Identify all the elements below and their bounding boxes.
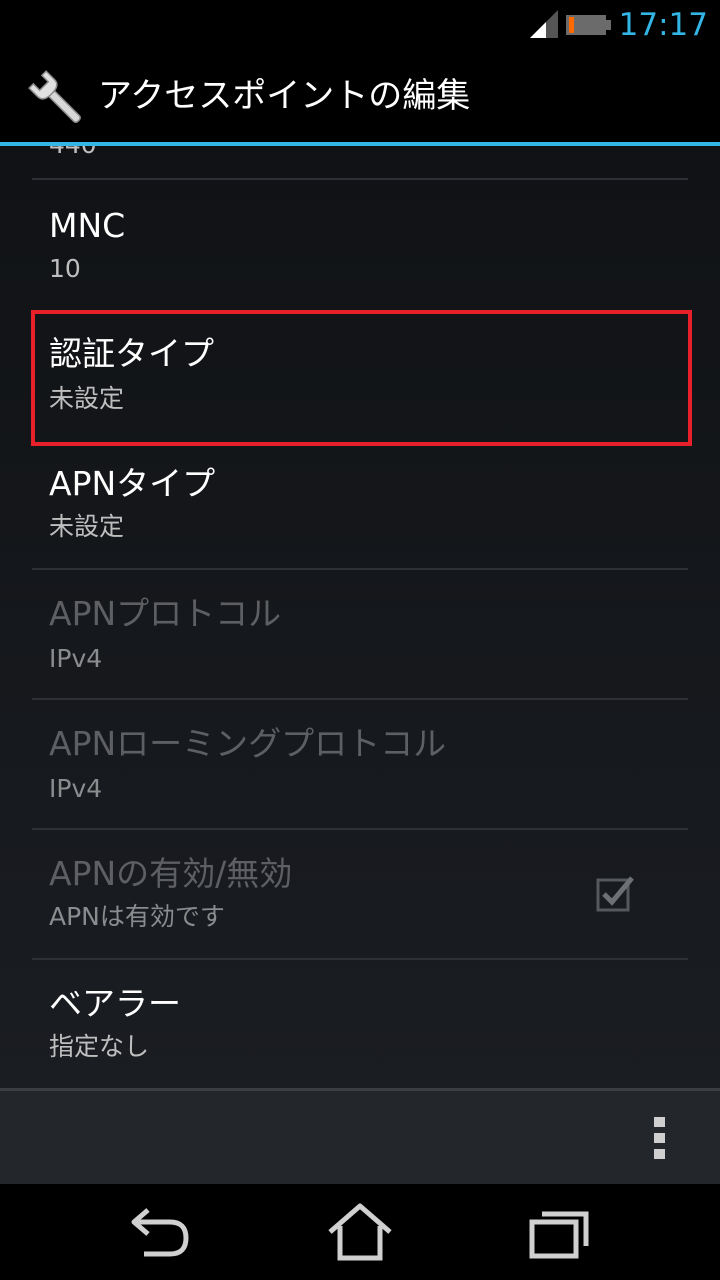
pref-summary: IPv4 [49, 774, 103, 803]
preference-list[interactable]: 440 MNC 10 認証タイプ 未設定 APNタイプ 未設定 APNプロトコル… [0, 146, 720, 1088]
pref-summary: 指定なし [49, 1032, 150, 1061]
screen: 17:17 アクセスポイントの編集 440 MNC 10 認証タイプ 未設定 A… [0, 0, 720, 1280]
pref-item-bearer[interactable]: ベアラー 指定なし [32, 960, 688, 1088]
pref-item-auth-type[interactable]: 認証タイプ 未設定 [32, 310, 688, 440]
recents-icon[interactable] [526, 1202, 594, 1262]
pref-title: APNの有効/無効 [49, 854, 293, 893]
pref-summary: 10 [49, 254, 81, 283]
pref-summary: 未設定 [49, 384, 125, 413]
back-icon[interactable] [126, 1204, 194, 1260]
pref-item-apn-roaming-protocol: APNローミングプロトコル IPv4 [32, 700, 688, 828]
checkbox-checked-icon [596, 876, 634, 912]
pref-summary: 未設定 [49, 512, 125, 541]
signal-icon [530, 10, 558, 38]
pref-item-apn-protocol: APNプロトコル IPv4 [32, 570, 688, 698]
partial-item-summary: 440 [49, 146, 97, 160]
wrench-icon[interactable] [26, 68, 86, 128]
pref-title: APNタイプ [49, 464, 216, 503]
status-bar: 17:17 [0, 0, 720, 50]
navigation-bar [0, 1184, 720, 1280]
pref-item-apn-type[interactable]: APNタイプ 未設定 [32, 440, 688, 568]
home-icon[interactable] [326, 1202, 394, 1262]
status-time: 17:17 [618, 7, 708, 43]
pref-title: MNC [49, 206, 126, 245]
pref-title: APNローミングプロトコル [49, 724, 447, 763]
pref-title: 認証タイプ [49, 334, 214, 373]
page-title: アクセスポイントの編集 [98, 76, 471, 116]
battery-icon [566, 15, 611, 35]
pref-title: ベアラー [49, 984, 181, 1023]
pref-item-mnc[interactable]: MNC 10 [32, 180, 688, 310]
pref-item-apn-enable: APNの有効/無効 APNは有効です [32, 830, 688, 958]
pref-title: APNプロトコル [49, 594, 282, 633]
action-bar: アクセスポイントの編集 [0, 50, 720, 142]
overflow-menu-icon[interactable] [650, 1115, 670, 1161]
pref-summary: APNは有効です [49, 902, 225, 931]
bottom-action-bar [0, 1088, 720, 1184]
pref-summary: IPv4 [49, 644, 103, 673]
